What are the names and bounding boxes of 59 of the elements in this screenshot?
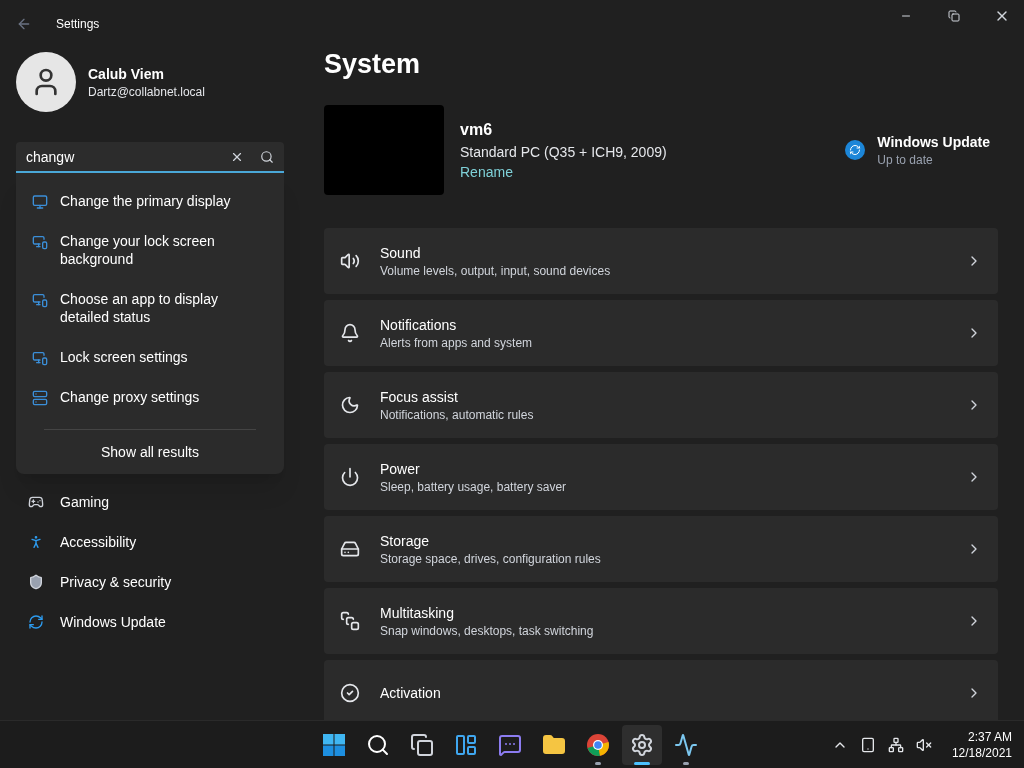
search-result[interactable]: Change the primary display bbox=[16, 181, 284, 221]
settings-card[interactable]: Notifications Alerts from apps and system bbox=[324, 299, 998, 366]
monitor-icon bbox=[32, 194, 48, 210]
update-status: Up to date bbox=[877, 151, 934, 168]
shield-icon bbox=[28, 574, 44, 590]
check-circle-icon bbox=[340, 682, 360, 703]
clock-time[interactable]: 2:37 AM bbox=[967, 728, 1012, 745]
settings-card[interactable]: Sound Volume levels, output, input, sound devices bbox=[324, 227, 998, 294]
search-field[interactable]: changw bbox=[16, 142, 284, 173]
settings-card[interactable]: Power Sleep, battery usage, battery saver bbox=[324, 443, 998, 510]
search-result[interactable]: Lock screen settings bbox=[16, 337, 284, 377]
browser-icon bbox=[586, 732, 610, 757]
tablet-icon[interactable] bbox=[859, 736, 876, 753]
update-icon bbox=[28, 614, 44, 630]
sidebar-item[interactable]: Privacy & security bbox=[24, 562, 276, 602]
lock-screen-icon bbox=[32, 350, 48, 366]
sidebar-item[interactable]: Windows Update bbox=[24, 602, 276, 642]
avatar bbox=[16, 52, 76, 112]
power-icon bbox=[340, 466, 360, 487]
monitor-chart-icon bbox=[674, 732, 698, 757]
bell-icon bbox=[340, 322, 360, 343]
account-name: Calub Viem bbox=[88, 65, 165, 84]
page-title: System bbox=[324, 48, 422, 81]
search-icon bbox=[366, 732, 390, 757]
accessibility-icon bbox=[28, 534, 44, 550]
lock-screen-icon bbox=[32, 292, 48, 308]
sidebar-item[interactable]: Accessibility bbox=[24, 522, 276, 562]
gear-icon bbox=[630, 732, 654, 757]
search-icon[interactable] bbox=[260, 149, 274, 164]
search-result[interactable]: Change your lock screen background bbox=[16, 221, 284, 279]
gamepad-icon bbox=[28, 494, 44, 510]
device-model: Standard PC (Q35 + ICH9, 2009) bbox=[460, 142, 668, 162]
windows-icon bbox=[340, 610, 360, 631]
folder-icon bbox=[542, 732, 566, 757]
settings-card[interactable]: Storage Storage space, drives, configuration rules bbox=[324, 515, 998, 582]
back-icon[interactable] bbox=[16, 16, 32, 32]
rename-link[interactable]: Rename bbox=[460, 161, 846, 182]
update-title: Windows Update bbox=[877, 132, 990, 152]
window-title: Settings bbox=[56, 16, 100, 32]
show-all-results-button[interactable]: Show all results bbox=[16, 442, 284, 462]
settings-card[interactable]: Multitasking Snap windows, desktops, task switching bbox=[324, 587, 998, 654]
account-email: Dartz@collabnet.local bbox=[88, 84, 205, 100]
lock-screen-icon bbox=[32, 234, 48, 250]
search-result[interactable]: Choose an app to display detailed status bbox=[16, 279, 284, 337]
speaker-icon bbox=[340, 250, 360, 271]
settings-card[interactable]: Activation bbox=[324, 659, 998, 720]
start-icon bbox=[322, 732, 346, 757]
task-view-icon bbox=[410, 732, 434, 757]
settings-card[interactable]: Focus assist Notifications, automatic rules bbox=[324, 371, 998, 438]
update-icon bbox=[845, 139, 866, 160]
search-result[interactable]: Change proxy settings bbox=[16, 377, 284, 417]
widgets-icon bbox=[454, 732, 478, 757]
taskbar-app[interactable] bbox=[622, 724, 662, 765]
device-name: vm6 bbox=[460, 119, 494, 140]
sidebar-item[interactable]: Gaming bbox=[24, 482, 276, 522]
clock-date[interactable]: 12/18/2021 bbox=[951, 744, 1012, 761]
muted-speaker-icon[interactable] bbox=[915, 736, 932, 753]
chat-icon bbox=[498, 732, 522, 757]
moon-icon bbox=[340, 394, 360, 415]
